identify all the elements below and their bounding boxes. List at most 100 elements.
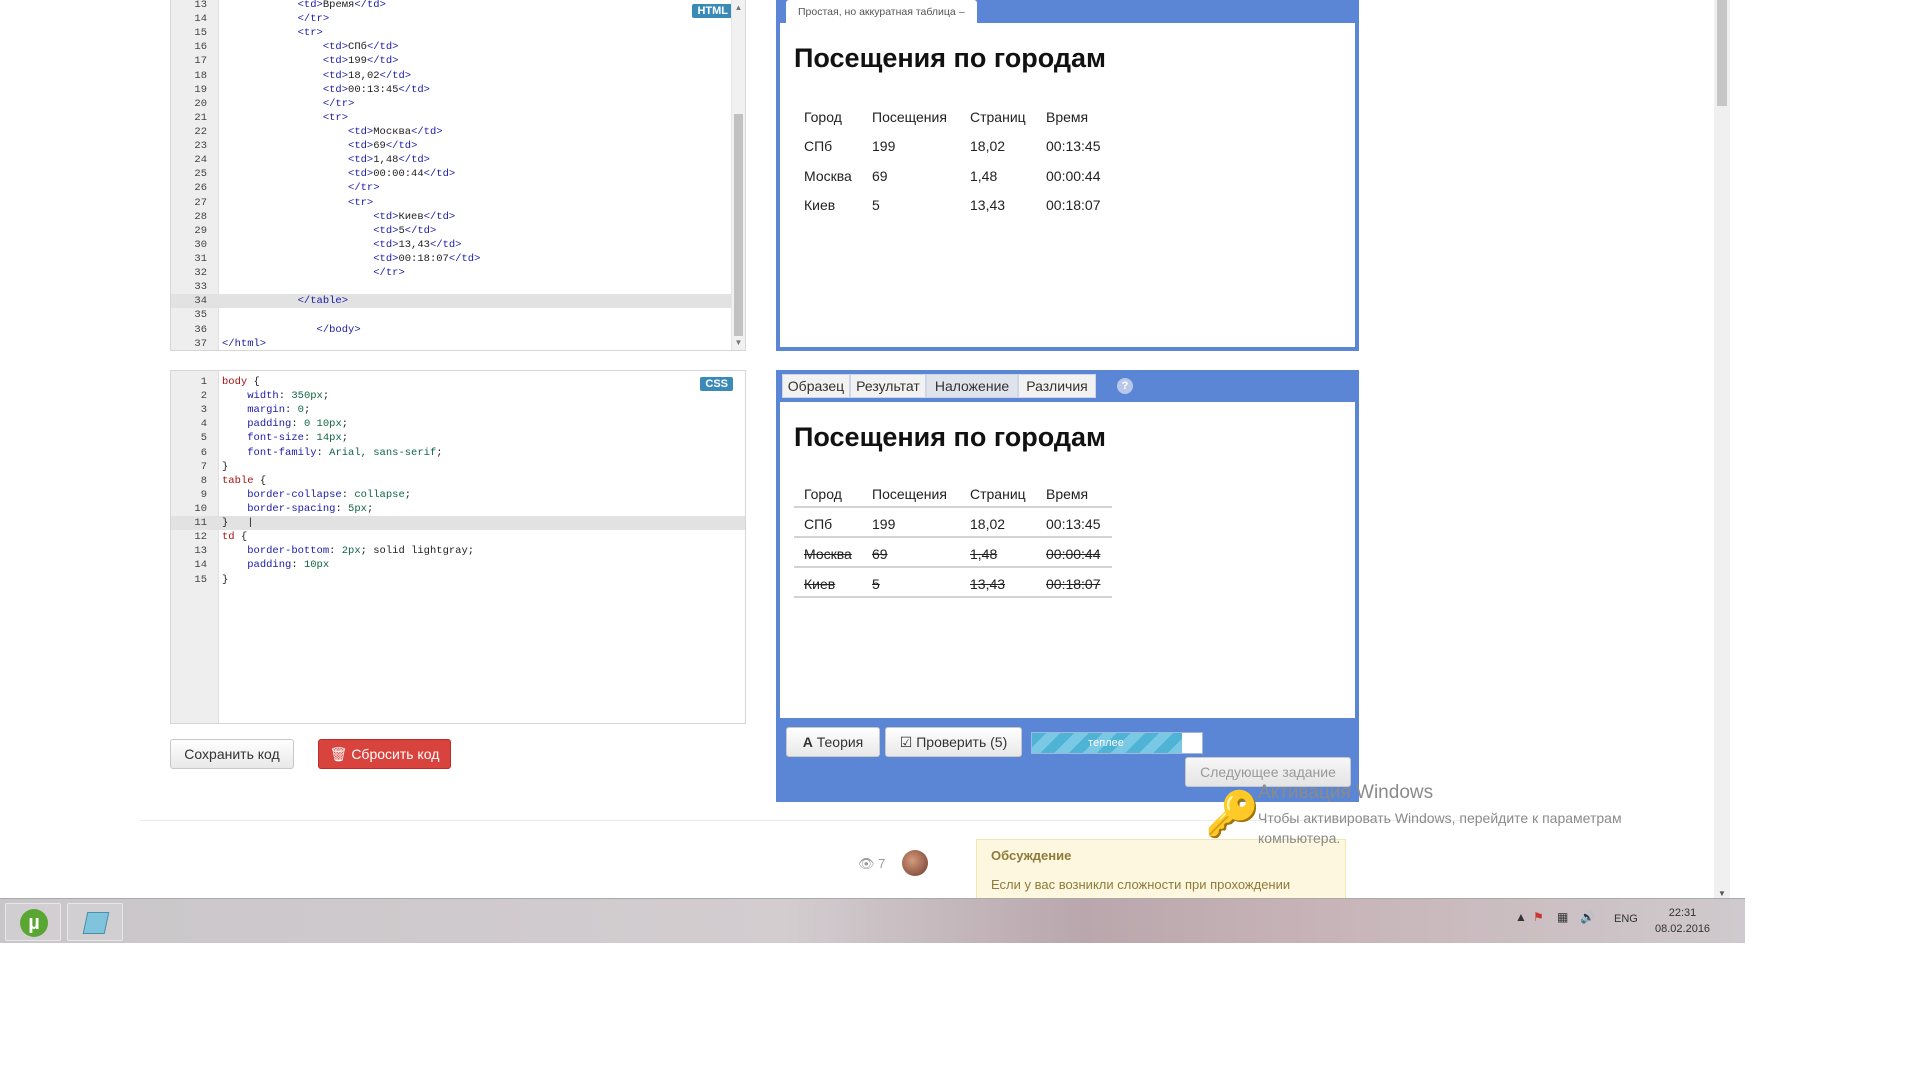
code-line[interactable]: 7} — [171, 460, 745, 474]
network-icon[interactable]: ▦ — [1557, 910, 1568, 924]
code-line[interactable]: 37 </html> — [171, 337, 745, 350]
code-line[interactable]: 12 td { — [171, 530, 745, 544]
help-icon[interactable]: ? — [1117, 378, 1133, 394]
clock[interactable]: 22:31 08.02.2016 — [1655, 905, 1710, 937]
theory-icon: A — [802, 734, 813, 750]
code-line[interactable]: 13 border-bottom: 2px; solid lightgray; — [171, 544, 745, 558]
code-line[interactable]: 30 <td>13,43</td> — [171, 238, 745, 252]
code-line[interactable]: 31 <td>00:18:07</td> — [171, 252, 745, 266]
check-button[interactable]: ☑ Проверить (5) — [885, 727, 1022, 757]
discussion-box[interactable]: Обсуждение Если у вас возникли сложности… — [976, 839, 1346, 899]
progress-bar: теплее — [1031, 732, 1203, 754]
code-line[interactable]: 32 </tr> — [171, 266, 745, 280]
code-lines[interactable]: 13 <td>Время</td> 14 </tr> 15 <tr> 16 <td>С… — [171, 0, 745, 350]
code-line[interactable]: 1 body { — [171, 375, 745, 389]
code-line[interactable]: 35 — [171, 308, 745, 322]
code-line[interactable]: 6 font-family: Arial, sans-serif; — [171, 446, 745, 460]
code-line[interactable]: 25 <td>00:00:44</td> — [171, 167, 745, 181]
scroll-down-icon[interactable]: ▼ — [1714, 889, 1730, 898]
notepad-taskbar-button[interactable] — [67, 903, 123, 941]
language-indicator[interactable]: ENG — [1614, 913, 1638, 925]
volume-icon[interactable]: 🔊 — [1580, 910, 1595, 924]
reset-code-button[interactable]: 🗑 Сбросить код — [318, 739, 451, 769]
code-lines[interactable]: 1 body {2 width: 350px; 3 margin: 0; 4 padd… — [171, 375, 745, 587]
code-line[interactable]: 5 font-size: 14px; — [171, 431, 745, 445]
editor-scrollbar[interactable]: ▲ ▼ — [731, 0, 745, 350]
code-line[interactable]: 20 </tr> — [171, 97, 745, 111]
code-line[interactable]: 14 </tr> — [171, 12, 745, 26]
action-center-icon[interactable]: ⚑ — [1533, 910, 1544, 924]
code-line[interactable]: 16 <td>СПб</td> — [171, 40, 745, 54]
code-line[interactable]: 18 <td>18,02</td> — [171, 69, 745, 83]
code-line[interactable]: 23 <td>69</td> — [171, 139, 745, 153]
tab-2[interactable]: Результат — [850, 374, 926, 398]
code-token: 199 — [348, 55, 367, 68]
scroll-up-icon[interactable]: ▲ — [732, 1, 745, 15]
code-text: </tr> — [222, 97, 355, 111]
code-line[interactable]: 27 <tr> — [171, 196, 745, 210]
code-line[interactable]: 11} | — [171, 516, 745, 531]
html-badge: HTML — [692, 4, 733, 18]
code-line[interactable]: 3 margin: 0; — [171, 403, 745, 417]
code-line[interactable]: 9 border-collapse: collapse; — [171, 488, 745, 502]
code-line[interactable]: 29 <td>5</td> — [171, 224, 745, 238]
code-token: </tr> — [373, 267, 405, 280]
code-line[interactable]: 15} — [171, 573, 745, 587]
code-line[interactable]: 26 </tr> — [171, 181, 745, 195]
code-line[interactable]: 2 width: 350px; — [171, 389, 745, 403]
code-line[interactable]: 24 <td>1,48</td> — [171, 153, 745, 167]
save-code-button[interactable]: Сохранить код — [170, 739, 294, 769]
code-line[interactable]: 19 <td>00:13:45</td> — [171, 83, 745, 97]
table-cell: Страниц — [970, 486, 1026, 502]
code-line[interactable]: 28 <td>Киев</td> — [171, 210, 745, 224]
theory-button[interactable]: A Теория — [786, 727, 880, 757]
code-line[interactable]: 13 <td>Время</td> — [171, 0, 745, 12]
code-line[interactable]: 8 table { — [171, 474, 745, 488]
show-hidden-icons[interactable]: ▲ — [1515, 910, 1527, 924]
tab-3[interactable]: Наложение — [926, 374, 1018, 398]
code-line[interactable]: 17 <td>199</td> — [171, 54, 745, 68]
code-text: <td>1,48</td> — [222, 153, 430, 167]
line-number: 13 — [194, 545, 207, 558]
tab-1[interactable]: Образец — [782, 374, 850, 398]
scrollbar-thumb[interactable] — [734, 114, 743, 336]
page-scrollbar-thumb[interactable] — [1717, 0, 1727, 106]
code-token: <td> — [373, 252, 399, 265]
code-line[interactable]: 21 <tr> — [171, 111, 745, 125]
table-cell: 1,48 — [970, 167, 998, 184]
line-number: 35 — [194, 309, 207, 322]
code-line[interactable]: 10 border-spacing: 5px; — [171, 502, 745, 516]
line-number: 37 — [194, 337, 207, 350]
code-text: </tr> — [222, 12, 330, 26]
tab-4[interactable]: Различия — [1018, 374, 1096, 398]
utorrent-taskbar-button[interactable]: µ — [5, 903, 61, 941]
table-cell: 69 — [872, 546, 888, 562]
code-line[interactable]: 36 </body> — [171, 323, 745, 337]
html-code-editor[interactable]: 13 <td>Время</td> 14 </tr> 15 <tr> 16 <td>С… — [170, 0, 746, 351]
code-token: border-bottom — [247, 545, 330, 558]
code-line[interactable]: 22 <td>Москва</td> — [171, 125, 745, 139]
code-line[interactable]: 33 — [171, 280, 745, 294]
code-line[interactable]: 34 </table> — [171, 294, 745, 309]
code-line[interactable]: 15 <tr> — [171, 26, 745, 40]
scroll-down-icon[interactable]: ▼ — [732, 336, 745, 350]
css-code-editor[interactable]: 1 body {2 width: 350px; 3 margin: 0; 4 padd… — [170, 370, 746, 724]
author-avatar[interactable] — [902, 850, 928, 876]
code-token: padding — [247, 418, 292, 431]
code-text: width: 350px; — [222, 389, 329, 403]
preview-tab[interactable]: Простая, но аккуратная таблица – — [786, 0, 977, 24]
code-token: <td> — [348, 140, 374, 153]
views-counter: 👁 7 — [858, 856, 885, 872]
page-scrollbar[interactable]: ▼ — [1714, 0, 1730, 898]
code-line[interactable]: 4 padding: 0 10px; — [171, 417, 745, 431]
table-cell: 1,48 — [970, 546, 998, 562]
code-token: <td> — [373, 224, 399, 237]
code-line[interactable]: 14 padding: 10px — [171, 558, 745, 572]
